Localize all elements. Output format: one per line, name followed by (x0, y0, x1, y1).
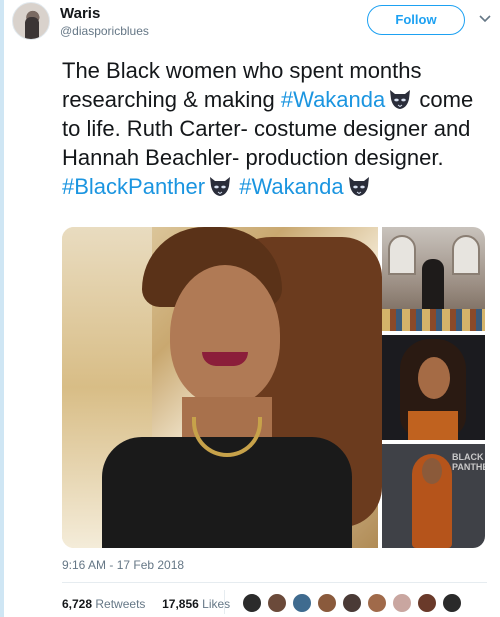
likers-avatars[interactable] (234, 593, 490, 615)
side-photo-studio[interactable] (382, 227, 485, 331)
main-photo[interactable] (62, 227, 382, 548)
photo-face (418, 357, 450, 399)
side-photo-portrait[interactable] (382, 335, 485, 440)
divider (62, 582, 487, 583)
avatar-figure (25, 17, 39, 39)
photo-dress (408, 411, 458, 440)
stats-separator (224, 590, 225, 614)
side-photo-premiere[interactable]: BLACK PANTHER (382, 444, 485, 548)
liker-avatar[interactable] (367, 593, 387, 613)
panther-emoji-icon (348, 177, 369, 196)
likes-label[interactable]: Likes (202, 597, 230, 611)
user-name[interactable]: Waris (60, 5, 100, 22)
likes-count[interactable]: 17,856 (162, 597, 199, 611)
photo-window (388, 235, 416, 275)
hashtag-link[interactable]: #Wakanda (281, 87, 385, 112)
retweets-count[interactable]: 6,728 (62, 597, 92, 611)
tweet-timestamp[interactable]: 9:16 AM - 17 Feb 2018 (62, 558, 184, 572)
panther-emoji-icon (390, 90, 411, 109)
photo-face (422, 458, 442, 484)
photo-person (422, 259, 444, 315)
photo-smile (202, 352, 248, 366)
photo-table (382, 309, 485, 331)
panther-emoji-icon (210, 177, 231, 196)
avatar[interactable] (12, 2, 50, 40)
tweet-stats: 6,728 Retweets 17,856 Likes (62, 597, 230, 611)
premiere-backdrop-text: BLACK PANTHER (452, 452, 485, 472)
media-grid[interactable]: BLACK PANTHER (62, 227, 485, 548)
thread-rule (0, 0, 4, 617)
follow-button[interactable]: Follow (367, 5, 465, 35)
liker-avatar[interactable] (242, 593, 262, 613)
retweets-label[interactable]: Retweets (95, 597, 145, 611)
liker-avatar[interactable] (392, 593, 412, 613)
liker-avatar[interactable] (342, 593, 362, 613)
liker-avatar[interactable] (292, 593, 312, 613)
chevron-down-icon[interactable] (478, 11, 492, 25)
user-handle[interactable]: @diasporicblues (60, 24, 149, 38)
liker-avatar[interactable] (267, 593, 287, 613)
tweet-text: The Black women who spent months researc… (62, 56, 487, 201)
liker-avatar[interactable] (442, 593, 462, 613)
liker-avatar[interactable] (317, 593, 337, 613)
photo-face (170, 265, 280, 405)
photo-window (452, 235, 480, 275)
hashtag-link[interactable]: #BlackPanther (62, 174, 205, 199)
hashtag-link[interactable]: #Wakanda (239, 174, 343, 199)
liker-avatar[interactable] (417, 593, 437, 613)
tweet-header: Waris @diasporicblues Follow (12, 2, 492, 54)
